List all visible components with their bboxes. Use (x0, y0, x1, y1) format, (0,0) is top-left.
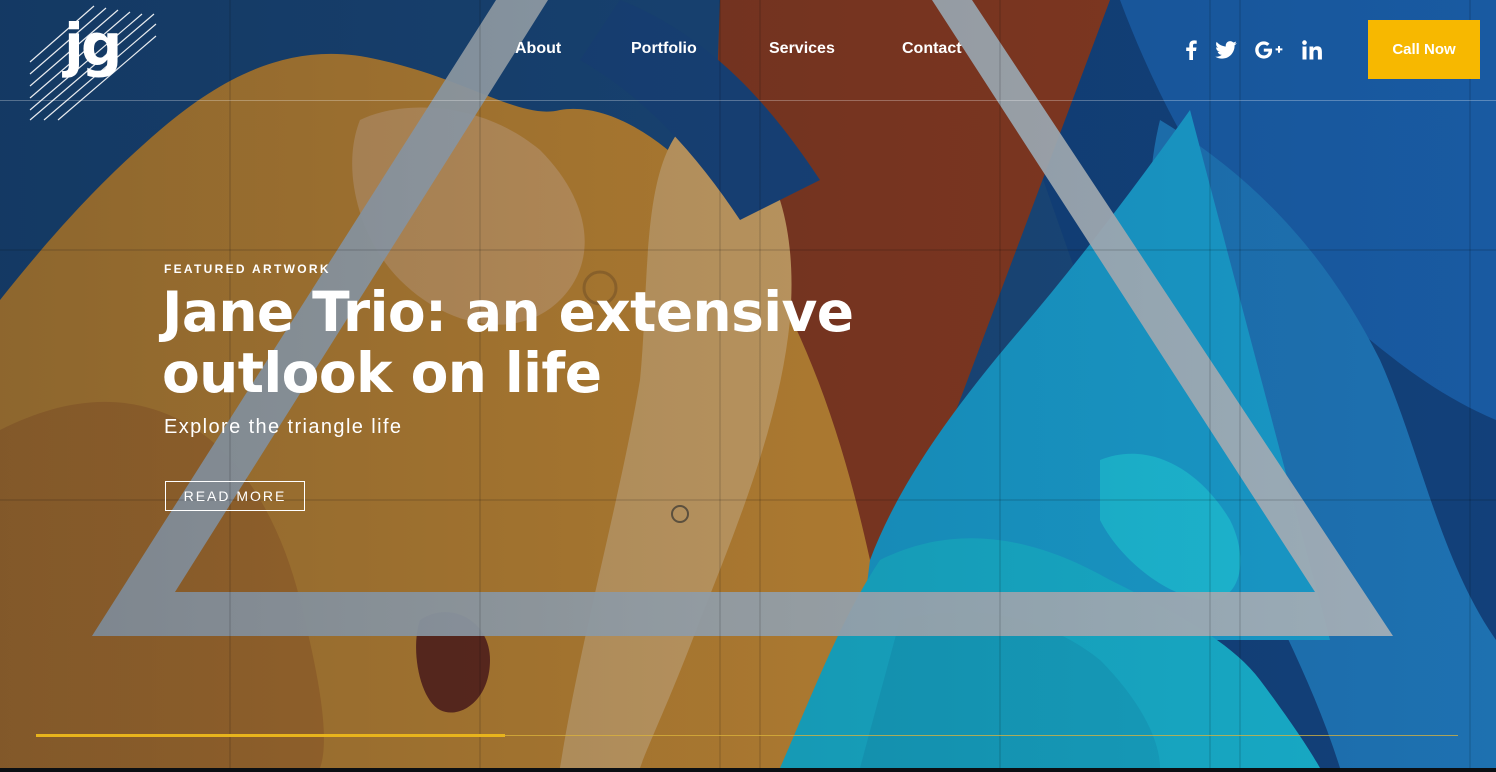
logo-text: jg (64, 11, 122, 79)
call-now-button[interactable]: Call Now (1368, 20, 1480, 79)
hero-headline: Jane Trio: an extensive outlook on life (162, 280, 854, 405)
site-header: jg About Portfolio Services Contact Call… (0, 0, 1496, 121)
read-more-button[interactable]: READ MORE (165, 481, 305, 511)
nav-contact[interactable]: Contact (902, 38, 962, 60)
featured-label: FEATURED ARTWORK (164, 262, 331, 276)
page-bottom-edge (0, 768, 1496, 772)
nav-portfolio[interactable]: Portfolio (631, 38, 697, 60)
facebook-icon[interactable] (1184, 36, 1198, 64)
nav-about[interactable]: About (515, 38, 561, 60)
hero-subheading: Explore the triangle life (164, 416, 403, 438)
twitter-icon[interactable] (1214, 36, 1238, 64)
site-logo[interactable]: jg (26, 0, 158, 122)
linkedin-icon[interactable] (1300, 36, 1324, 64)
nav-services[interactable]: Services (769, 38, 835, 60)
slider-progress-fill (36, 734, 506, 737)
social-links (1180, 36, 1330, 64)
slider-progress-track (36, 734, 1458, 737)
google-plus-icon[interactable] (1254, 36, 1284, 64)
